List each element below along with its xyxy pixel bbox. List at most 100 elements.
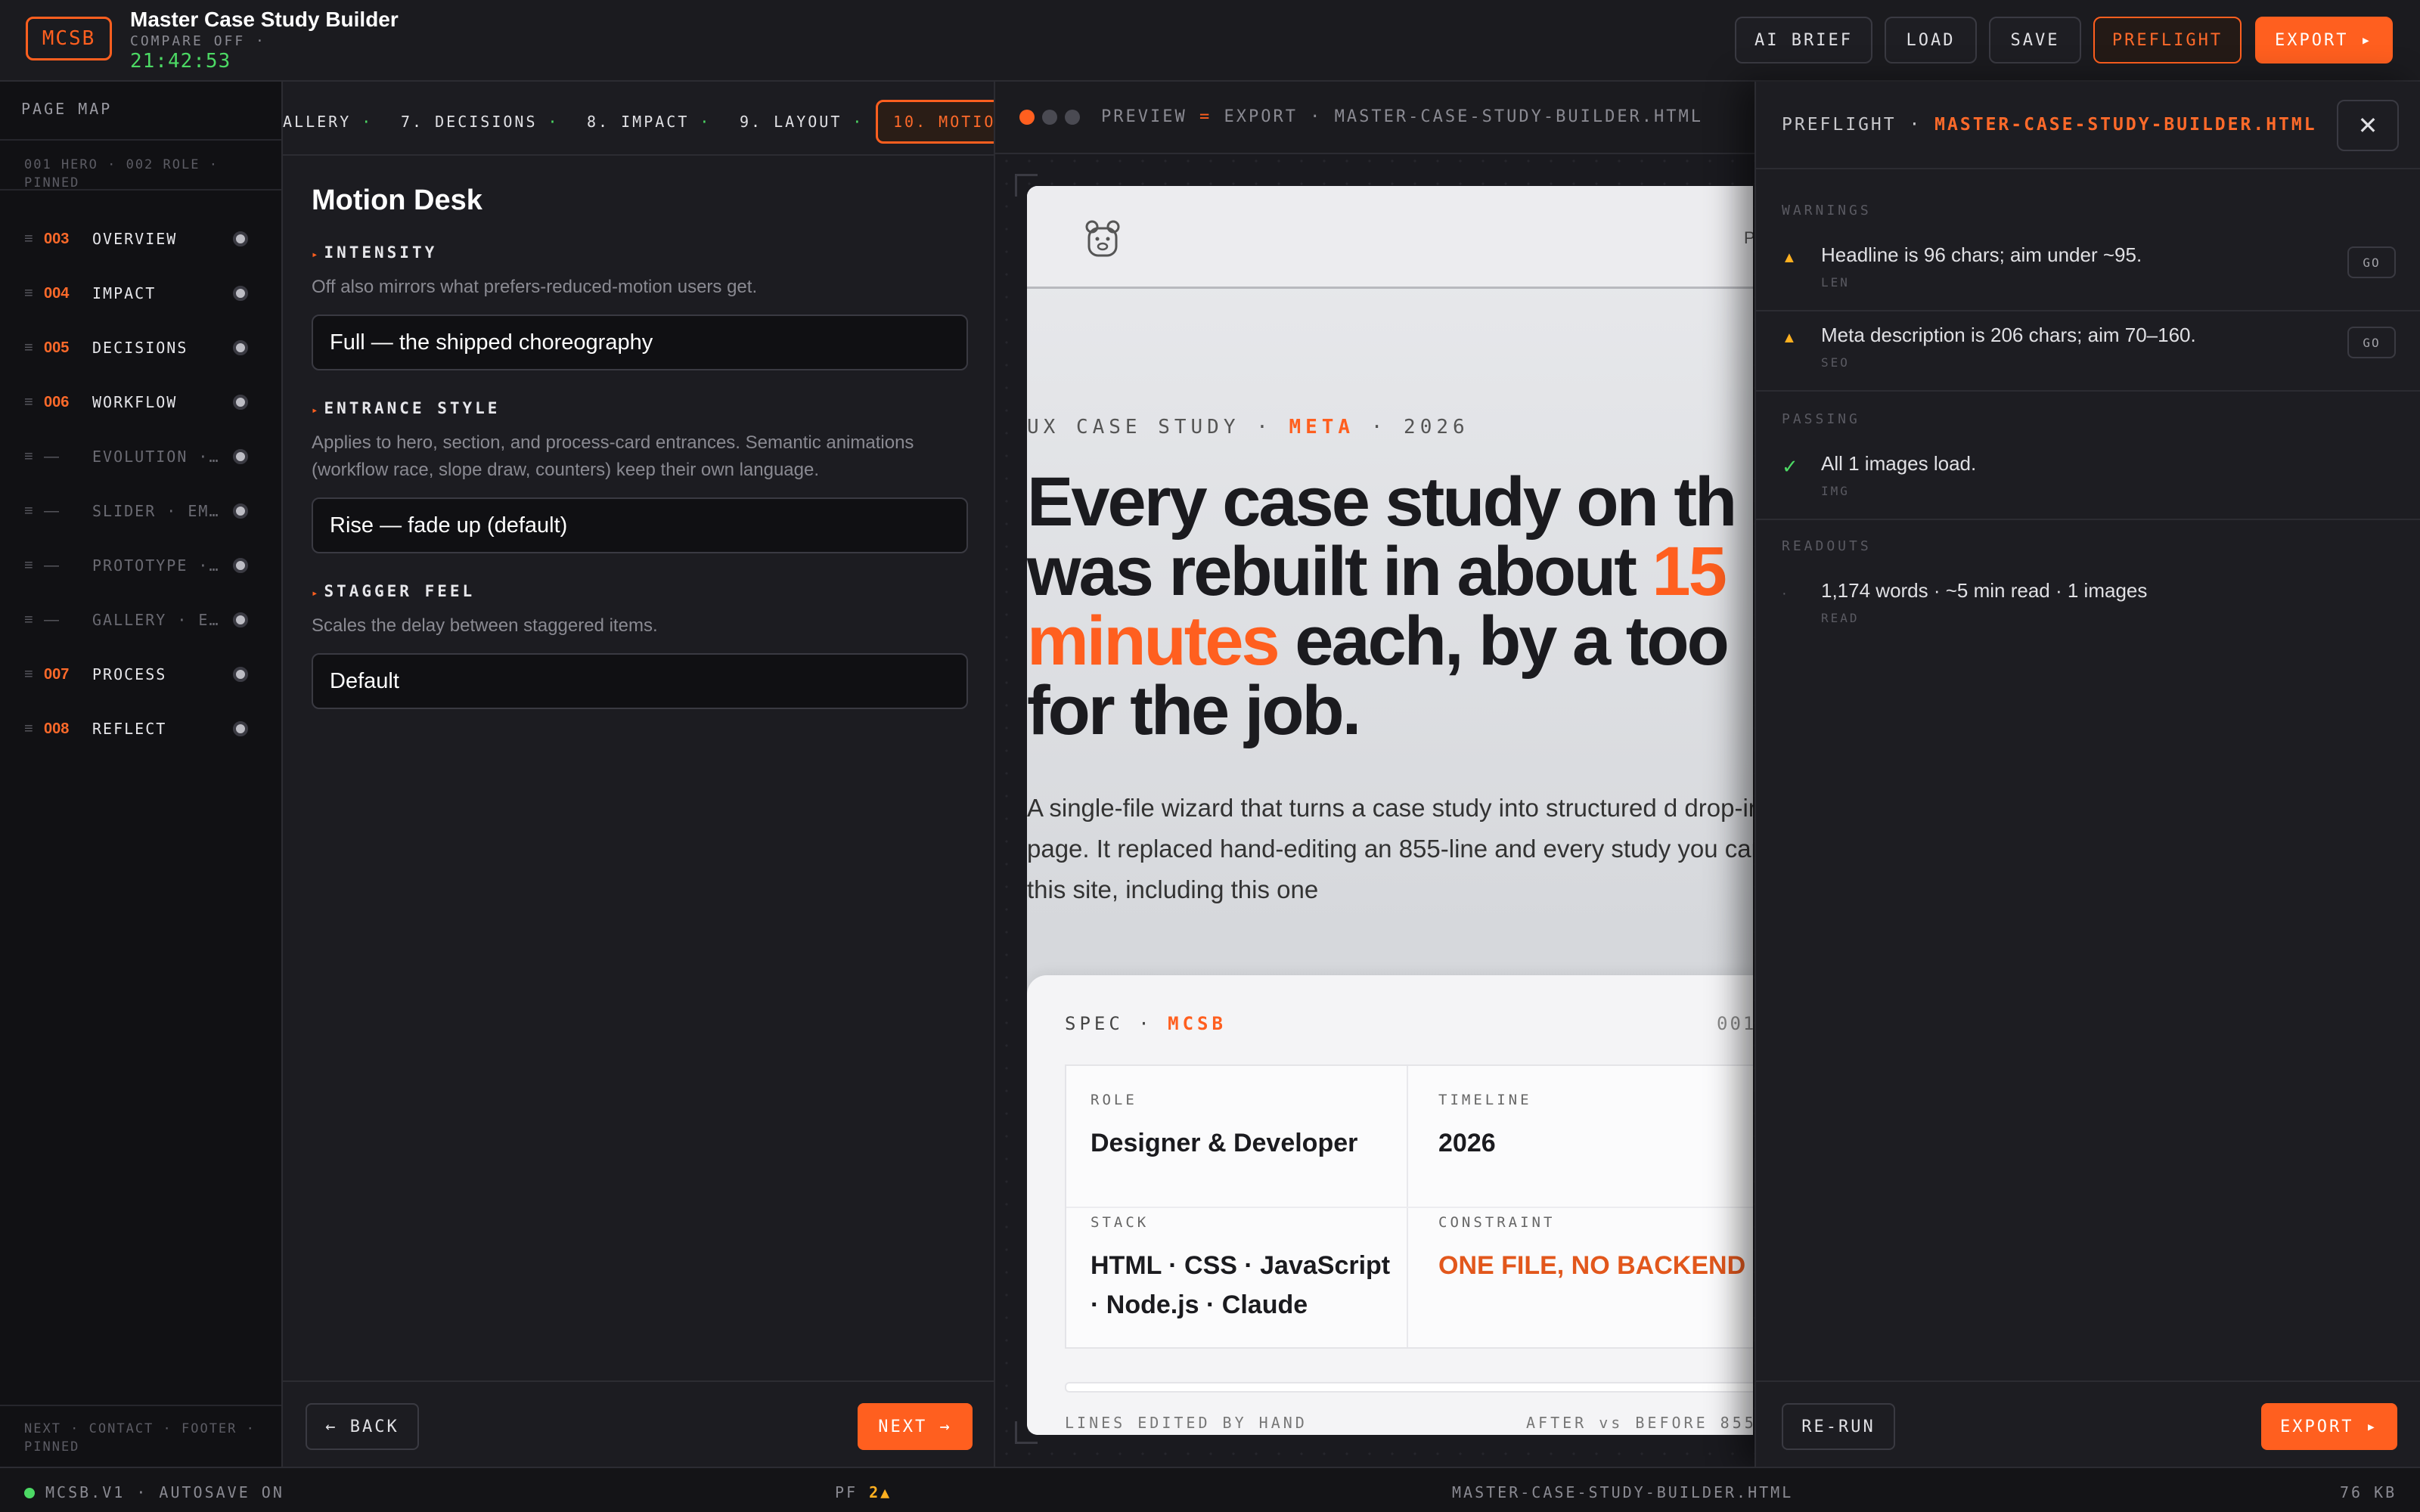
- editor-panel: ALLERY · 7. DECISIONS · 8. IMPACT · 9. LAYO…: [283, 82, 995, 1467]
- sidebar-item-evolution[interactable]: ≡ — EVOLUTION · MAPS: [0, 429, 281, 484]
- spec-label: SPEC · MCSB: [1065, 1013, 1227, 1034]
- spec-card: SPEC · MCSB 001 ROLE Designer & Develope…: [1027, 975, 1753, 1435]
- drag-handle-icon[interactable]: ≡: [24, 503, 33, 520]
- tab-label: 9. LAYOUT: [740, 113, 842, 131]
- go-button[interactable]: GO: [2347, 246, 2396, 278]
- tab-label: ALLERY: [283, 113, 352, 131]
- visibility-toggle-icon[interactable]: [233, 558, 248, 573]
- sidebar-item-label: EVOLUTION · MAPS: [92, 448, 219, 466]
- arrow-icon: ▸: [312, 249, 321, 261]
- pinned-sections-bottom: NEXT · CONTACT · FOOTER · PINNED: [0, 1405, 281, 1467]
- headline-part: was rebuilt in about: [1027, 533, 1652, 610]
- intensity-select[interactable]: Full — the shipped choreography: [312, 314, 968, 370]
- sidebar-item-process[interactable]: ≡ 007 PROCESS: [0, 647, 281, 702]
- done-dot: ·: [361, 113, 374, 131]
- spec-label-text: SPEC ·: [1065, 1013, 1168, 1034]
- drag-handle-icon[interactable]: ≡: [24, 612, 33, 629]
- sidebar-item-slider[interactable]: ≡ — SLIDER · EMBED: [0, 484, 281, 538]
- save-button[interactable]: SAVE: [1989, 17, 2081, 64]
- passing-message: All 1 images load.: [1821, 452, 1977, 475]
- next-button[interactable]: NEXT →: [858, 1403, 973, 1450]
- visibility-toggle-icon[interactable]: [233, 667, 248, 682]
- preview-frame[interactable]: P UX CASE STUDY · META · 2026 Every case…: [1027, 186, 1753, 1435]
- site-header: P: [1027, 186, 1753, 289]
- headline-accent: 15: [1652, 533, 1727, 610]
- sidebar-item-decisions[interactable]: ≡ 005 DECISIONS: [0, 321, 281, 375]
- visibility-toggle-icon[interactable]: [233, 395, 248, 410]
- sidebar-item-label: IMPACT: [92, 284, 157, 302]
- headline-accent: minutes: [1027, 603, 1280, 680]
- preflight-title-text: PREFLIGHT ·: [1782, 115, 1935, 135]
- top-bar: MCSB Master Case Study Builder COMPARE O…: [0, 0, 2420, 82]
- visibility-toggle-icon[interactable]: [233, 721, 248, 736]
- drag-handle-icon[interactable]: ≡: [24, 557, 33, 575]
- spec-stack: STACK HTML · CSS · JavaScript · Node.js …: [1091, 1214, 1393, 1325]
- drag-handle-icon[interactable]: ≡: [24, 666, 33, 683]
- stagger-feel-label: ▸ STAGGER FEEL: [312, 582, 475, 600]
- load-button[interactable]: LOAD: [1885, 17, 1977, 64]
- drag-handle-icon[interactable]: ≡: [24, 231, 33, 248]
- preflight-button[interactable]: PREFLIGHT: [2093, 17, 2242, 64]
- arrow-icon: ▸: [312, 404, 321, 417]
- drawer-export-button[interactable]: EXPORT ▸: [2261, 1403, 2397, 1450]
- drag-handle-icon[interactable]: ≡: [24, 285, 33, 302]
- preflight-footer: RE-RUN EXPORT ▸: [1756, 1380, 2420, 1467]
- sidebar-item-label: PROCESS: [92, 665, 167, 683]
- status-preflight[interactable]: PF 2▲: [835, 1483, 892, 1501]
- sidebar-item-number: 005: [44, 339, 70, 356]
- status-pf-label: PF: [835, 1483, 870, 1501]
- spec-key: TIMELINE: [1438, 1092, 1532, 1108]
- visibility-toggle-icon[interactable]: [233, 503, 248, 519]
- preflight-header: PREFLIGHT · MASTER-CASE-STUDY-BUILDER.HT…: [1756, 82, 2420, 169]
- sidebar-item-reflect[interactable]: ≡ 008 REFLECT: [0, 702, 281, 756]
- visibility-toggle-icon[interactable]: [233, 612, 248, 627]
- bullet-icon: ·: [1782, 585, 1787, 602]
- tab-label: 8. IMPACT: [587, 113, 690, 131]
- tab-decisions[interactable]: 7. DECISIONS ·: [401, 100, 560, 144]
- sidebar-item-prototype[interactable]: ≡ — PROTOTYPE · LIVE: [0, 538, 281, 593]
- visibility-toggle-icon[interactable]: [233, 286, 248, 301]
- field-label-text: INTENSITY: [324, 243, 438, 262]
- warning-tag: SEO: [1821, 355, 1850, 370]
- export-button[interactable]: EXPORT ▸: [2255, 17, 2393, 64]
- close-icon[interactable]: ✕: [2337, 100, 2399, 151]
- warning-icon: ▲: [1782, 330, 1797, 346]
- drag-handle-icon[interactable]: ≡: [24, 339, 33, 357]
- drag-handle-icon[interactable]: ≡: [24, 720, 33, 738]
- sidebar-item-label: REFLECT: [92, 720, 167, 738]
- ai-brief-button[interactable]: AI BRIEF: [1735, 17, 1872, 64]
- entrance-style-select[interactable]: Rise — fade up (default): [312, 497, 968, 553]
- sidebar-item-workflow[interactable]: ≡ 006 WORKFLOW: [0, 375, 281, 429]
- drag-handle-icon[interactable]: ≡: [24, 448, 33, 466]
- rerun-button[interactable]: RE-RUN: [1782, 1403, 1895, 1450]
- sidebar-item-gallery[interactable]: ≡ — GALLERY · EXTRA: [0, 593, 281, 647]
- sidebar-item-overview[interactable]: ≡ 003 OVERVIEW: [0, 212, 281, 266]
- drag-handle-icon[interactable]: ≡: [24, 394, 33, 411]
- tab-impact[interactable]: 8. IMPACT ·: [587, 100, 711, 144]
- visibility-toggle-icon[interactable]: [233, 231, 248, 246]
- preflight-drawer: PREFLIGHT · MASTER-CASE-STUDY-BUILDER.HT…: [1754, 82, 2420, 1467]
- sidebar-item-number: 007: [44, 665, 70, 683]
- visibility-toggle-icon[interactable]: [233, 340, 248, 355]
- tab-gallery[interactable]: ALLERY ·: [283, 100, 373, 144]
- passing-row: ✓ All 1 images load. IMG: [1756, 440, 2420, 520]
- headline-part: Every case study on th: [1027, 463, 1737, 541]
- spec-timeline: TIMELINE 2026: [1438, 1092, 1532, 1163]
- sidebar-item-impact[interactable]: ≡ 004 IMPACT: [0, 266, 281, 321]
- back-button[interactable]: ← BACK: [306, 1403, 419, 1450]
- stagger-feel-select[interactable]: Default: [312, 653, 968, 709]
- compare-status[interactable]: COMPARE OFF ·: [130, 33, 266, 49]
- case-headline: Every case study on th was rebuilt in abo…: [1027, 467, 1753, 745]
- preview-title: PREVIEW = EXPORT · MASTER-CASE-STUDY-BUI…: [1101, 107, 1703, 126]
- spec-label-accent: MCSB: [1168, 1013, 1227, 1034]
- readout-message: 1,174 words · ~5 min read · 1 images: [1821, 579, 2148, 602]
- tab-motion[interactable]: 10. MOTION: [876, 100, 994, 144]
- spec-bar: [1065, 1382, 1753, 1393]
- tab-layout[interactable]: 9. LAYOUT ·: [740, 100, 864, 144]
- visibility-toggle-icon[interactable]: [233, 449, 248, 464]
- warning-row: ▲ Meta description is 206 chars; aim 70–…: [1756, 311, 2420, 392]
- window-dot-icon: [1042, 110, 1057, 125]
- go-button[interactable]: GO: [2347, 327, 2396, 358]
- sidebar-item-label: PROTOTYPE · LIVE: [92, 556, 219, 575]
- site-nav-stub[interactable]: P: [1744, 228, 1753, 248]
